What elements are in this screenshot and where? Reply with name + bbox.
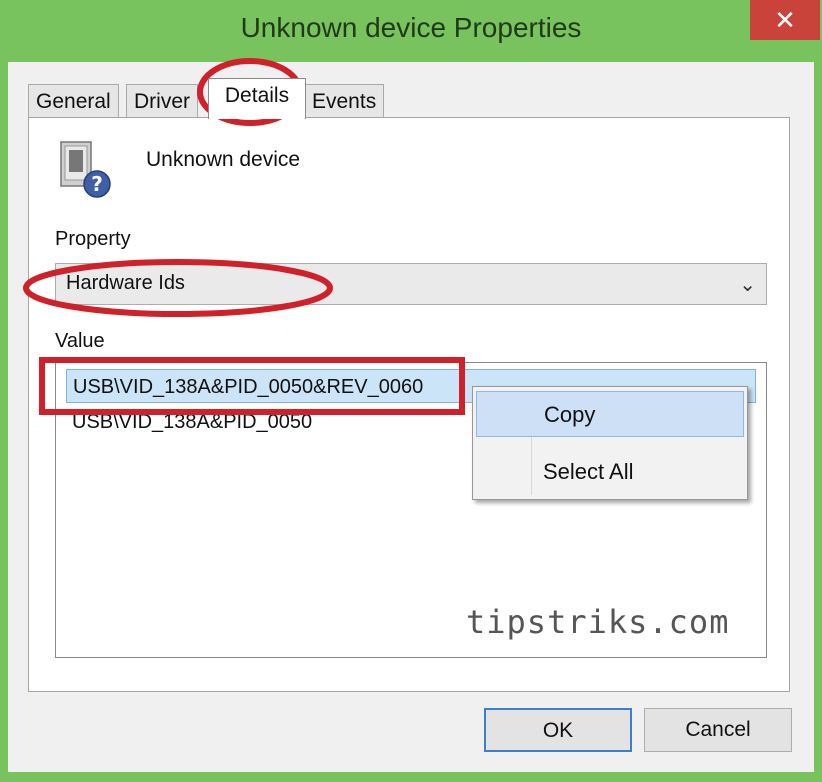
- svg-text:?: ?: [91, 172, 103, 196]
- properties-window: Unknown device Properties ✕ General Driv…: [0, 0, 822, 782]
- chevron-down-icon[interactable]: ⌄: [739, 272, 756, 297]
- tab-details[interactable]: Details: [208, 78, 306, 119]
- context-menu-copy[interactable]: Copy: [476, 391, 744, 437]
- property-selected-value: Hardware Ids: [66, 272, 185, 294]
- property-label: Property: [55, 228, 131, 250]
- cancel-button[interactable]: Cancel: [644, 708, 792, 752]
- tab-strip: General Driver Details Events: [28, 78, 788, 119]
- device-name: Unknown device: [146, 148, 301, 171]
- context-menu-select-all[interactable]: Select All: [476, 449, 744, 495]
- value-list-item[interactable]: USB\VID_138A&PID_0050: [66, 405, 312, 439]
- window-title: Unknown device Properties: [240, 12, 582, 43]
- close-button[interactable]: ✕: [750, 0, 820, 40]
- context-menu: Copy Select All: [472, 386, 748, 500]
- title-bar: Unknown device Properties ✕: [0, 0, 822, 62]
- tab-general[interactable]: General: [28, 84, 119, 118]
- ok-button[interactable]: OK: [484, 708, 632, 752]
- tab-events[interactable]: Events: [304, 84, 385, 118]
- watermark: tipstriks.com: [466, 603, 730, 641]
- value-label: Value: [55, 330, 105, 352]
- tab-driver[interactable]: Driver: [126, 84, 198, 118]
- property-dropdown[interactable]: Hardware Ids ⌄: [55, 263, 767, 305]
- unknown-device-icon: ?: [55, 136, 119, 200]
